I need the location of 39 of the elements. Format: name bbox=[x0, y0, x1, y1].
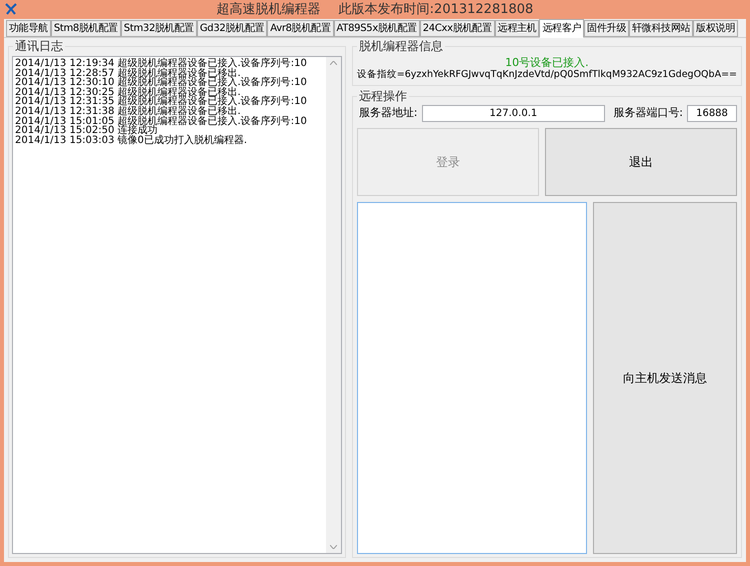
port-label: 服务器端口号: bbox=[613, 105, 683, 122]
log-line: 2014/1/13 12:31:35 超级脱机编程器设备已接入.设备序列号:10 bbox=[15, 97, 308, 107]
log-line: 2014/1/13 12:30:25 超级脱机编程器设备已移出. bbox=[15, 88, 241, 98]
group-title: 通讯日志 bbox=[13, 39, 65, 53]
port-input[interactable]: 16888 bbox=[687, 105, 737, 122]
message-input[interactable] bbox=[356, 202, 587, 554]
app-icon bbox=[5, 3, 17, 15]
group-title: 远程操作 bbox=[356, 89, 409, 103]
tab[interactable]: Avr8脱机配置 bbox=[267, 20, 334, 37]
tab[interactable]: 版权说明 bbox=[693, 20, 738, 37]
tab[interactable]: 远程主机 bbox=[494, 20, 540, 37]
fingerprint-text: 设备指纹=6yzxhYekRFGJwvqTqKnJzdeVtd/pQ0SmfTlkqM932AC9z1GdegOQbA== bbox=[356, 69, 737, 81]
tab[interactable]: Gd32脱机配置 bbox=[196, 20, 268, 37]
log-line: 2014/1/13 12:31:38 超级脱机编程器设备已移出. bbox=[15, 106, 241, 117]
status-text: 10号设备已接入. bbox=[505, 57, 589, 69]
tab[interactable]: 24Cxx脱机配置 bbox=[420, 20, 495, 37]
action-button[interactable]: 退出 bbox=[544, 128, 737, 196]
tab[interactable]: AT89S5x脱机配置 bbox=[334, 20, 420, 37]
window-subtitle: 此版本发布时间:201312281808 bbox=[338, 0, 534, 19]
server-label: 服务器地址: bbox=[358, 105, 418, 122]
log-line: 2014/1/13 12:19:34 超级脱机编程器设备已接入.设备序列号:10 bbox=[15, 59, 308, 69]
tab[interactable]: 远程客户 bbox=[539, 19, 584, 38]
server-input[interactable]: 127.0.0.1 bbox=[422, 105, 606, 122]
action-button[interactable]: 向主机发送消息 bbox=[592, 202, 737, 554]
tab[interactable]: 功能导航 bbox=[6, 20, 51, 37]
tab[interactable]: 轩微科技网站 bbox=[629, 20, 694, 37]
window-title: 超高速脱机编程器 bbox=[216, 0, 321, 19]
tab[interactable]: 固件升级 bbox=[584, 20, 630, 37]
log-line: 2014/1/13 15:01:05 超级脱机编程器设备已接入.设备序列号:10 bbox=[15, 116, 308, 126]
group-title: 脱机编程器信息 bbox=[356, 39, 445, 53]
log-line: 2014/1/13 12:28:57 超级脱机编程器设备已移出. bbox=[15, 68, 241, 78]
log-line: 2014/1/13 12:30:10 超级脱机编程器设备已接入.设备序列号:10 bbox=[15, 78, 308, 88]
scroll-down-icon[interactable] bbox=[330, 545, 337, 549]
scrollbar[interactable] bbox=[326, 57, 341, 553]
log-line: 2014/1/13 15:03:03 镜像0已成功打入脱机编程器. bbox=[15, 136, 248, 146]
scroll-up-icon[interactable] bbox=[330, 61, 337, 65]
tab[interactable]: Stm32脱机配置 bbox=[120, 20, 197, 37]
log-line: 2014/1/13 15:02:50 连接成功 bbox=[15, 126, 158, 136]
tab[interactable]: Stm8脱机配置 bbox=[50, 20, 121, 37]
